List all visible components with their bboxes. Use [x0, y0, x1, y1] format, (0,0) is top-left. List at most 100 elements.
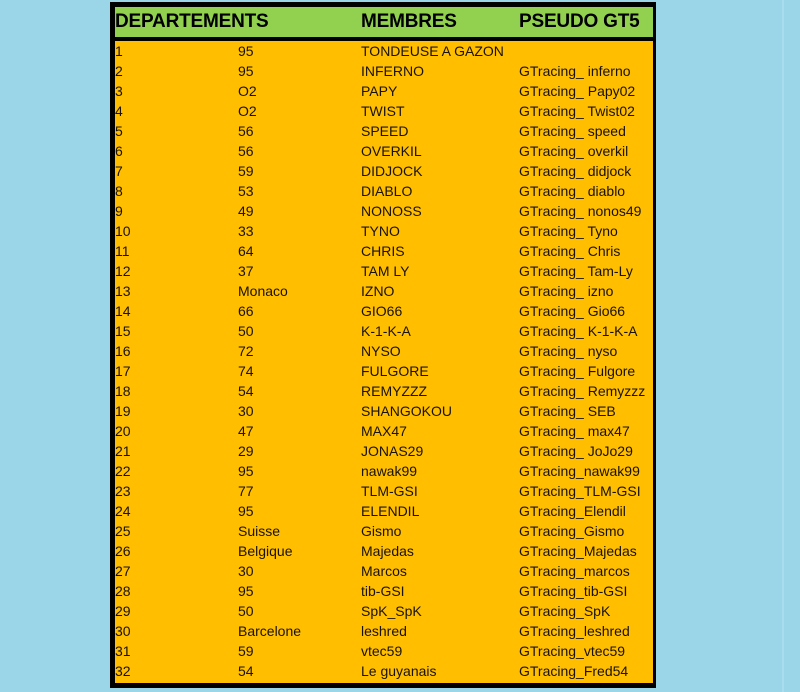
- table-row: 20 47 MAX47 GTracing_ max47: [115, 421, 653, 441]
- cell-departement: O2: [238, 81, 361, 101]
- cell-index: 11: [115, 241, 238, 261]
- cell-index: 9: [115, 201, 238, 221]
- cell-membre: TLM-GSI: [361, 481, 519, 501]
- cell-membre: FULGORE: [361, 361, 519, 381]
- table-row: 1 95 TONDEUSE A GAZON: [115, 39, 653, 61]
- cell-index: 13: [115, 281, 238, 301]
- cell-pseudo: GTracing_ Papy02: [519, 81, 653, 101]
- cell-departement: 29: [238, 441, 361, 461]
- cell-membre: TONDEUSE A GAZON: [361, 39, 519, 61]
- cell-index: 16: [115, 341, 238, 361]
- cell-departement: 33: [238, 221, 361, 241]
- cell-departement: 95: [238, 461, 361, 481]
- cell-membre: K-1-K-A: [361, 321, 519, 341]
- cell-membre: SPEED: [361, 121, 519, 141]
- cell-membre: tib-GSI: [361, 581, 519, 601]
- cell-pseudo: GTracing_ inferno: [519, 61, 653, 81]
- cell-pseudo: GTracing_ speed: [519, 121, 653, 141]
- cell-departement: 50: [238, 601, 361, 621]
- cell-pseudo: GTracing_marcos: [519, 561, 653, 581]
- cell-departement: 56: [238, 141, 361, 161]
- table-row: 14 66 GIO66 GTracing_ Gio66: [115, 301, 653, 321]
- cell-departement: 72: [238, 341, 361, 361]
- cell-membre: Gismo: [361, 521, 519, 541]
- cell-pseudo: GTracing_nawak99: [519, 461, 653, 481]
- cell-departement: 59: [238, 641, 361, 661]
- cell-membre: NONOSS: [361, 201, 519, 221]
- table-row: 16 72 NYSO GTracing_ nyso: [115, 341, 653, 361]
- cell-pseudo: GTracing_ nyso: [519, 341, 653, 361]
- table-row: 7 59 DIDJOCK GTracing_ didjock: [115, 161, 653, 181]
- cell-index: 6: [115, 141, 238, 161]
- cell-pseudo: GTracing_ Gio66: [519, 301, 653, 321]
- cell-departement: O2: [238, 101, 361, 121]
- cell-membre: nawak99: [361, 461, 519, 481]
- cell-index: 31: [115, 641, 238, 661]
- table-row: 22 95 nawak99 GTracing_nawak99: [115, 461, 653, 481]
- table-row: 3 O2 PAPY GTracing_ Papy02: [115, 81, 653, 101]
- cell-departement: 56: [238, 121, 361, 141]
- cell-pseudo: GTracing_tib-GSI: [519, 581, 653, 601]
- table-row: 30 Barcelone leshred GTracing_leshred: [115, 621, 653, 641]
- cell-pseudo: GTracing_vtec59: [519, 641, 653, 661]
- cell-index: 24: [115, 501, 238, 521]
- cell-membre: MAX47: [361, 421, 519, 441]
- cell-membre: CHRIS: [361, 241, 519, 261]
- cell-membre: DIDJOCK: [361, 161, 519, 181]
- cell-membre: vtec59: [361, 641, 519, 661]
- table-row: 8 53 DIABLO GTracing_ diablo: [115, 181, 653, 201]
- cell-pseudo: GTracing_ didjock: [519, 161, 653, 181]
- cell-index: 8: [115, 181, 238, 201]
- cell-pseudo: GTracing_leshred: [519, 621, 653, 641]
- cell-departement: 49: [238, 201, 361, 221]
- table-row: 27 30 Marcos GTracing_marcos: [115, 561, 653, 581]
- cell-departement: 64: [238, 241, 361, 261]
- cell-departement: 50: [238, 321, 361, 341]
- cell-index: 14: [115, 301, 238, 321]
- cell-index: 18: [115, 381, 238, 401]
- cell-departement: 95: [238, 61, 361, 81]
- table-body: 1 95 TONDEUSE A GAZON 2 95 INFERNO GTracing_ i…: [115, 39, 653, 683]
- table-row: 10 33 TYNO GTracing_ Tyno: [115, 221, 653, 241]
- cell-departement: Barcelone: [238, 621, 361, 641]
- cell-membre: SpK_SpK: [361, 601, 519, 621]
- cell-pseudo: GTracing_ SEB: [519, 401, 653, 421]
- table-row: 19 30 SHANGOKOU GTracing_ SEB: [115, 401, 653, 421]
- table-header-row: DEPARTEMENTS MEMBRES PSEUDO GT5: [115, 7, 653, 41]
- cell-pseudo: GTracing_SpK: [519, 601, 653, 621]
- cell-index: 10: [115, 221, 238, 241]
- cell-pseudo: GTracing_TLM-GSI: [519, 481, 653, 501]
- cell-pseudo: GTracing_ izno: [519, 281, 653, 301]
- cell-departement: 54: [238, 381, 361, 401]
- table-row: 17 74 FULGORE GTracing_ Fulgore: [115, 361, 653, 381]
- cell-pseudo: [519, 39, 653, 61]
- cell-index: 23: [115, 481, 238, 501]
- cell-index: 12: [115, 261, 238, 281]
- cell-membre: NYSO: [361, 341, 519, 361]
- cell-departement: 77: [238, 481, 361, 501]
- cell-departement: 66: [238, 301, 361, 321]
- table-row: 23 77 TLM-GSI GTracing_TLM-GSI: [115, 481, 653, 501]
- cell-departement: 74: [238, 361, 361, 381]
- cell-departement: 30: [238, 561, 361, 581]
- cell-index: 25: [115, 521, 238, 541]
- table-row: 4 O2 TWIST GTracing_ Twist02: [115, 101, 653, 121]
- members-roster-table: DEPARTEMENTS MEMBRES PSEUDO GT5 1 95 TONDE…: [115, 7, 653, 683]
- cell-pseudo: GTracing_ overkil: [519, 141, 653, 161]
- cell-departement: 30: [238, 401, 361, 421]
- cell-pseudo: GTracing_ Tyno: [519, 221, 653, 241]
- cell-membre: TAM LY: [361, 261, 519, 281]
- table-row: 21 29 JONAS29 GTracing_ JoJo29: [115, 441, 653, 461]
- column-header-pseudo-gt5: PSEUDO GT5: [519, 7, 653, 41]
- cell-pseudo: GTracing_ Remyzzz: [519, 381, 653, 401]
- table-row: 6 56 OVERKIL GTracing_ overkil: [115, 141, 653, 161]
- cell-index: 29: [115, 601, 238, 621]
- cell-index: 20: [115, 421, 238, 441]
- members-roster-table-container: DEPARTEMENTS MEMBRES PSEUDO GT5 1 95 TONDE…: [110, 2, 656, 688]
- cell-membre: Marcos: [361, 561, 519, 581]
- cell-index: 21: [115, 441, 238, 461]
- table-row: 18 54 REMYZZZ GTracing_ Remyzzz: [115, 381, 653, 401]
- table-row: 11 64 CHRIS GTracing_ Chris: [115, 241, 653, 261]
- cell-index: 22: [115, 461, 238, 481]
- cell-pseudo: GTracing_Elendil: [519, 501, 653, 521]
